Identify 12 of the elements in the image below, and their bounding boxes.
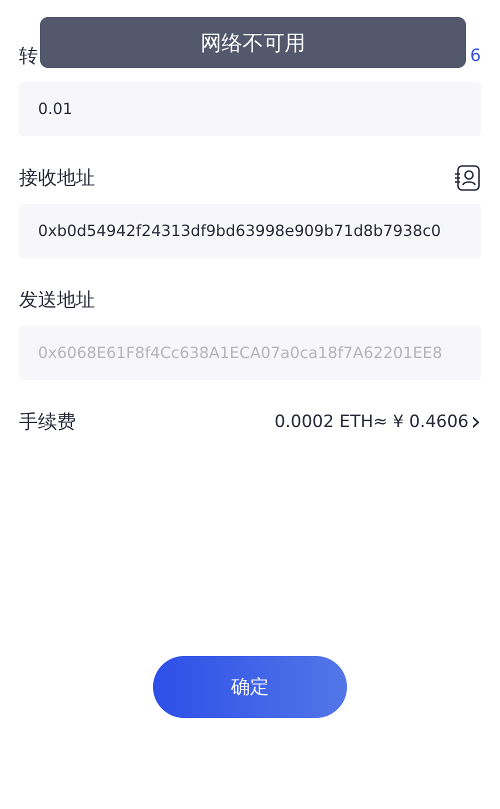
receiver-label: 接收地址 xyxy=(19,166,95,191)
balance-value: 6 xyxy=(470,46,481,66)
toast-message: 网络不可用 xyxy=(40,17,466,68)
confirm-button[interactable]: 确定 xyxy=(153,656,347,718)
chevron-icon[interactable]: › xyxy=(470,409,481,435)
fee-label: 手续费 xyxy=(19,410,76,435)
sender-label: 发送地址 xyxy=(19,288,95,313)
amount-label: 转 xyxy=(19,44,38,69)
contacts-icon[interactable] xyxy=(453,164,481,192)
amount-field[interactable]: 0.01 xyxy=(19,82,481,136)
receiver-address-field[interactable]: 0xb0d54942f24313df9bd63998e909b71d8b7938c0 xyxy=(19,204,481,258)
fee-value: 0.0002 ETH≈ ¥ 0.4606 xyxy=(274,412,469,432)
